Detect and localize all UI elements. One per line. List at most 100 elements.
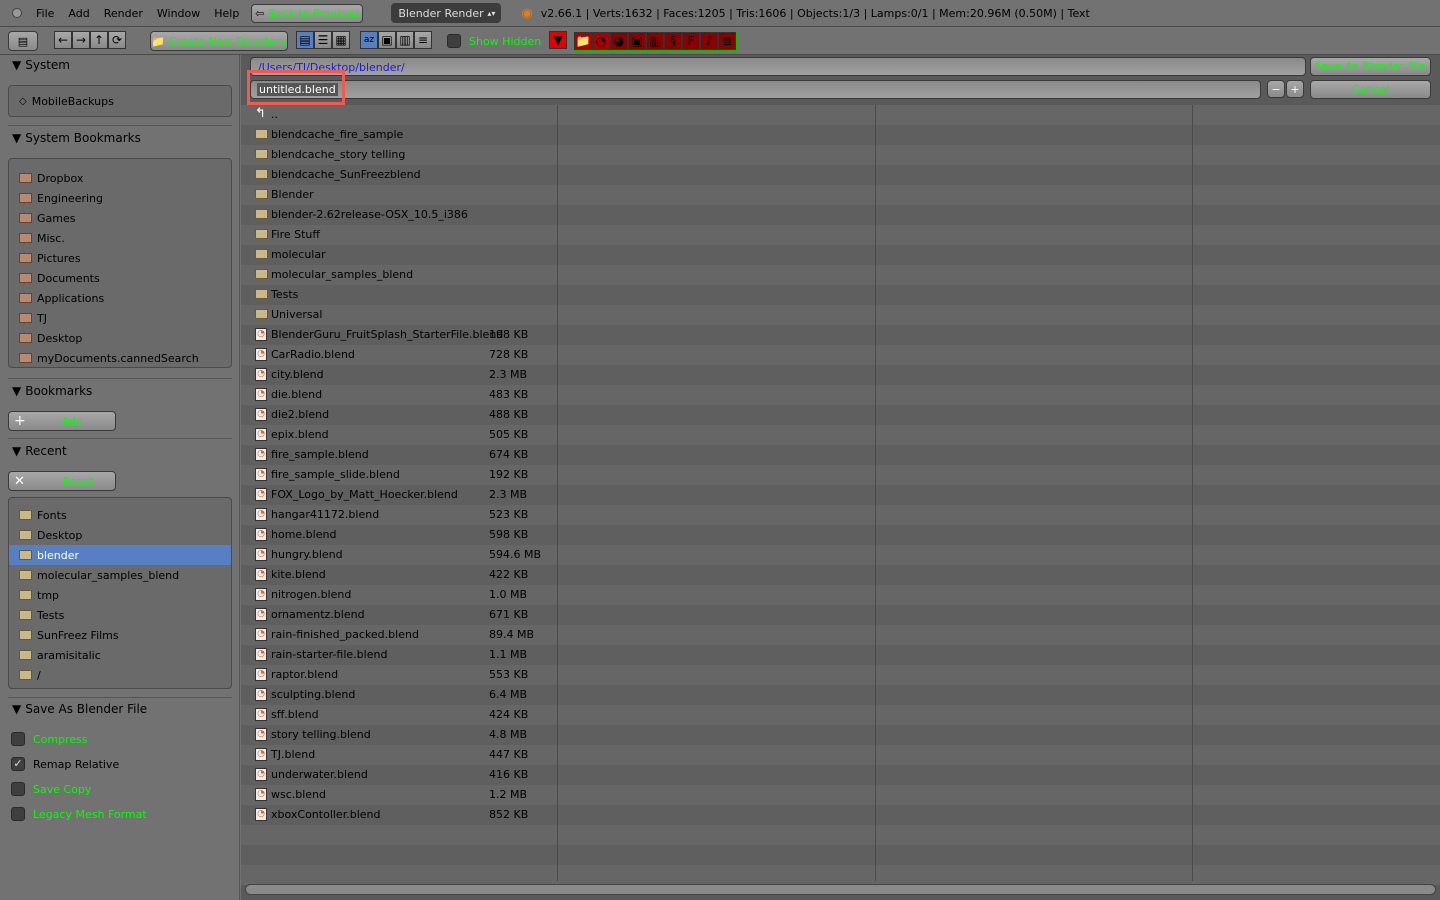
save-button[interactable]: Save As Blender File: [1310, 57, 1431, 76]
back-icon[interactable]: ←: [54, 31, 72, 49]
option-checkbox[interactable]: [11, 782, 25, 796]
system-bookmark-item[interactable]: Dropbox: [9, 168, 231, 188]
file-row[interactable]: ◔ die2.blend 488 KB: [241, 405, 1440, 425]
file-row[interactable]: ◔ TJ.blend 447 KB: [241, 745, 1440, 765]
file-row[interactable]: ◔ story telling.blend 4.8 MB: [241, 725, 1440, 745]
increment-filename-button[interactable]: +: [1286, 80, 1304, 98]
system-bookmark-item[interactable]: Desktop: [9, 328, 231, 348]
panel-header-recent[interactable]: ▼ Recent: [12, 444, 67, 458]
file-row[interactable]: ◔ xboxContoller.blend 852 KB: [241, 805, 1440, 825]
editor-type-icon[interactable]: [12, 8, 22, 18]
file-row[interactable]: ↰..: [241, 105, 1440, 125]
file-row[interactable]: blendcache_fire_sample: [241, 125, 1440, 145]
menu-help[interactable]: Help: [214, 7, 239, 20]
refresh-icon[interactable]: ⟳: [108, 31, 126, 49]
sort-alpha-icon[interactable]: az: [360, 31, 378, 49]
file-row[interactable]: ◔ FOX_Logo_by_Matt_Hoecker.blend 2.3 MB: [241, 485, 1440, 505]
option-checkbox[interactable]: [11, 807, 25, 821]
menu-add[interactable]: Add: [68, 7, 89, 20]
file-row[interactable]: Blender: [241, 185, 1440, 205]
system-bookmark-item[interactable]: Misc.: [9, 228, 231, 248]
file-row[interactable]: ◔ underwater.blend 416 KB: [241, 765, 1440, 785]
render-engine-select[interactable]: Blender Render ▴▾: [391, 3, 502, 23]
reset-recent-button[interactable]: ✕ Reset: [8, 471, 116, 491]
directory-path-field[interactable]: /Users/TJ/Desktop/blender/: [250, 57, 1306, 76]
filter-movie-icon[interactable]: ▥: [646, 32, 664, 50]
sort-time-icon[interactable]: ▥: [396, 31, 414, 49]
system-bookmark-item[interactable]: TJ: [9, 308, 231, 328]
file-row[interactable]: ◔ epix.blend 505 KB: [241, 425, 1440, 445]
filter-icon[interactable]: ▼: [549, 31, 567, 49]
file-row[interactable]: Fire Stuff: [241, 225, 1440, 245]
file-row[interactable]: ◔ fire_sample.blend 674 KB: [241, 445, 1440, 465]
filter-blend-icon[interactable]: ◔: [592, 32, 610, 50]
recent-item[interactable]: /: [9, 665, 231, 685]
file-row[interactable]: ◔ hangar41172.blend 523 KB: [241, 505, 1440, 525]
menu-file[interactable]: File: [36, 7, 54, 20]
recent-item[interactable]: blender: [9, 545, 231, 565]
file-row[interactable]: Universal: [241, 305, 1440, 325]
add-bookmark-button[interactable]: + Add: [8, 411, 116, 431]
panel-header-system-bookmarks[interactable]: ▼ System Bookmarks: [12, 131, 141, 145]
file-row[interactable]: ◔ wsc.blend 1.2 MB: [241, 785, 1440, 805]
filter-backup-icon[interactable]: ◕: [610, 32, 628, 50]
file-row[interactable]: ◔ home.blend 598 KB: [241, 525, 1440, 545]
display-long-icon[interactable]: ☰: [314, 31, 332, 49]
option-checkbox[interactable]: [11, 732, 25, 746]
filter-sound-icon[interactable]: ♪: [700, 32, 718, 50]
parent-dir-icon[interactable]: ↑: [90, 31, 108, 49]
system-bookmark-item[interactable]: myDocuments.cannedSearch: [9, 348, 231, 368]
panel-header-system[interactable]: ▼ System: [12, 58, 70, 72]
system-item[interactable]: ◇ MobileBackups: [9, 91, 231, 111]
file-row[interactable]: blender-2.62release-OSX_10.5_i386: [241, 205, 1440, 225]
system-bookmark-item[interactable]: Applications: [9, 288, 231, 308]
file-row[interactable]: ◔ sff.blend 424 KB: [241, 705, 1440, 725]
file-row[interactable]: blendcache_story telling: [241, 145, 1440, 165]
recent-item[interactable]: molecular_samples_blend: [9, 565, 231, 585]
file-row[interactable]: molecular_samples_blend: [241, 265, 1440, 285]
filter-image-icon[interactable]: ▣: [628, 32, 646, 50]
file-row[interactable]: ◔ city.blend 2.3 MB: [241, 365, 1440, 385]
editor-type-button[interactable]: ▤: [8, 31, 38, 51]
file-row[interactable]: ◔ raptor.blend 553 KB: [241, 665, 1440, 685]
filter-script-icon[interactable]: §: [664, 32, 682, 50]
create-directory-button[interactable]: 📁 Create New Directory: [150, 31, 288, 51]
horizontal-scrollbar[interactable]: [245, 884, 1436, 895]
filename-field[interactable]: untitled.blend: [250, 80, 1261, 99]
file-row[interactable]: ◔ rain-starter-file.blend 1.1 MB: [241, 645, 1440, 665]
sort-size-icon[interactable]: ≡: [414, 31, 432, 49]
menu-render[interactable]: Render: [104, 7, 143, 20]
file-row[interactable]: ◔ hungry.blend 594.6 MB: [241, 545, 1440, 565]
system-bookmark-item[interactable]: Documents: [9, 268, 231, 288]
file-row[interactable]: blendcache_SunFreezblend: [241, 165, 1440, 185]
file-row[interactable]: ◔ die.blend 483 KB: [241, 385, 1440, 405]
filter-text-icon[interactable]: ≣: [718, 32, 736, 50]
display-thumbnails-icon[interactable]: ▦: [332, 31, 350, 49]
menu-window[interactable]: Window: [157, 7, 200, 20]
file-row[interactable]: ◔ BlenderGuru_FruitSplash_StarterFile.ble…: [241, 325, 1440, 345]
forward-icon[interactable]: →: [72, 31, 90, 49]
recent-item[interactable]: Fonts: [9, 505, 231, 525]
file-row[interactable]: ◔ sculpting.blend 6.4 MB: [241, 685, 1440, 705]
file-row[interactable]: molecular: [241, 245, 1440, 265]
recent-item[interactable]: Tests: [9, 605, 231, 625]
system-bookmark-item[interactable]: Games: [9, 208, 231, 228]
panel-header-save-options[interactable]: ▼ Save As Blender File: [12, 702, 147, 716]
file-row[interactable]: ◔ rain-finished_packed.blend 89.4 MB: [241, 625, 1440, 645]
decrement-filename-button[interactable]: −: [1267, 80, 1285, 98]
back-to-previous-button[interactable]: ⇦ Back to Previous: [251, 3, 364, 23]
recent-item[interactable]: tmp: [9, 585, 231, 605]
option-checkbox[interactable]: ✓: [11, 757, 25, 771]
file-row[interactable]: ◔ kite.blend 422 KB: [241, 565, 1440, 585]
file-row[interactable]: ◔ ornamentz.blend 671 KB: [241, 605, 1440, 625]
system-bookmark-item[interactable]: Pictures: [9, 248, 231, 268]
file-row[interactable]: ◔ nitrogen.blend 1.0 MB: [241, 585, 1440, 605]
filter-folders-icon[interactable]: 📁: [574, 32, 592, 50]
file-row[interactable]: ◔ CarRadio.blend 728 KB: [241, 345, 1440, 365]
cancel-button[interactable]: Cancel: [1310, 80, 1431, 99]
system-bookmark-item[interactable]: Engineering: [9, 188, 231, 208]
show-hidden-checkbox[interactable]: [447, 34, 461, 48]
filter-font-icon[interactable]: F: [682, 32, 700, 50]
recent-item[interactable]: SunFreez Films: [9, 625, 231, 645]
recent-item[interactable]: aramisitalic: [9, 645, 231, 665]
